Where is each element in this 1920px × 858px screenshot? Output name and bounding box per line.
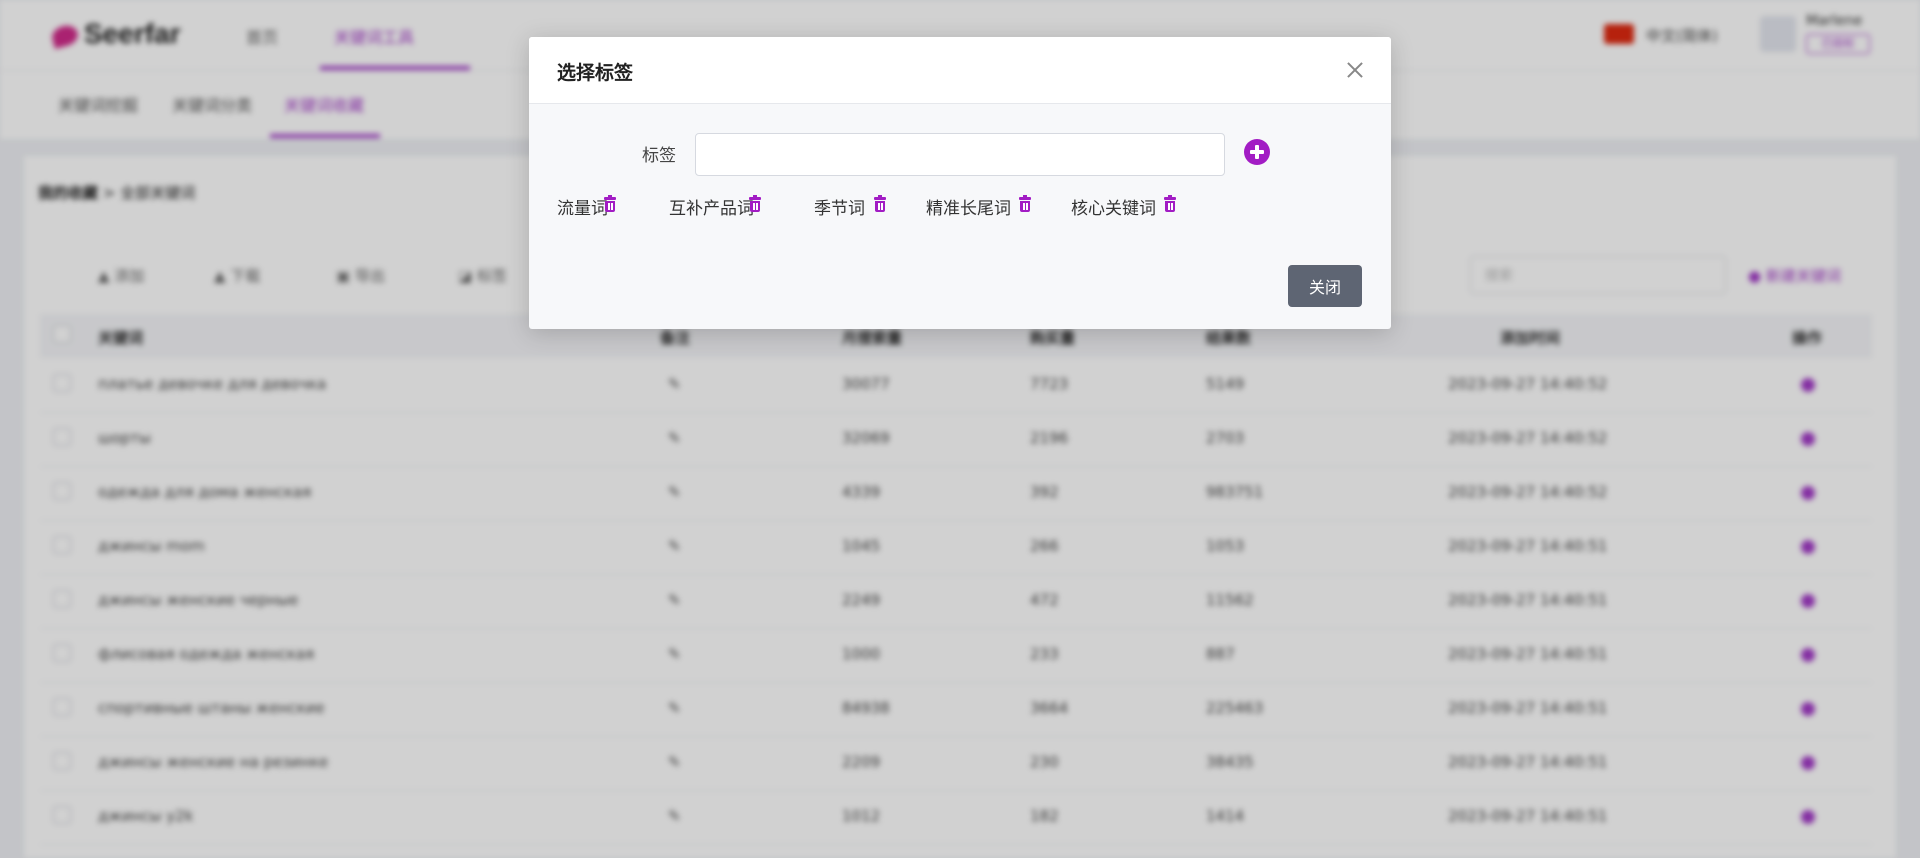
tag-item-complementary[interactable]: 互补产品词 bbox=[669, 194, 754, 219]
tag-item-core[interactable]: 核心关键词 bbox=[1071, 194, 1156, 219]
tag-item-seasonal[interactable]: 季节词 bbox=[814, 194, 865, 219]
close-icon[interactable] bbox=[1344, 59, 1366, 81]
trash-icon[interactable] bbox=[749, 195, 761, 212]
tag-item-long-tail[interactable]: 精准长尾词 bbox=[926, 194, 1011, 219]
close-button[interactable]: 关闭 bbox=[1288, 265, 1362, 307]
tag-field-label: 标签 bbox=[642, 146, 676, 166]
dialog-header: 选择标签 bbox=[529, 37, 1391, 104]
plus-circle-icon[interactable] bbox=[1244, 139, 1270, 165]
trash-icon[interactable] bbox=[1019, 195, 1031, 212]
select-tag-dialog: 选择标签 标签 流量词 互补产品词 季节词 精准长尾词 核心关键词 关闭 bbox=[529, 37, 1391, 329]
trash-icon[interactable] bbox=[604, 195, 616, 212]
trash-icon[interactable] bbox=[1164, 195, 1176, 212]
tag-input[interactable] bbox=[695, 133, 1225, 176]
dialog-title: 选择标签 bbox=[557, 62, 634, 84]
tag-item-traffic[interactable]: 流量词 bbox=[557, 194, 608, 219]
trash-icon[interactable] bbox=[874, 195, 886, 212]
